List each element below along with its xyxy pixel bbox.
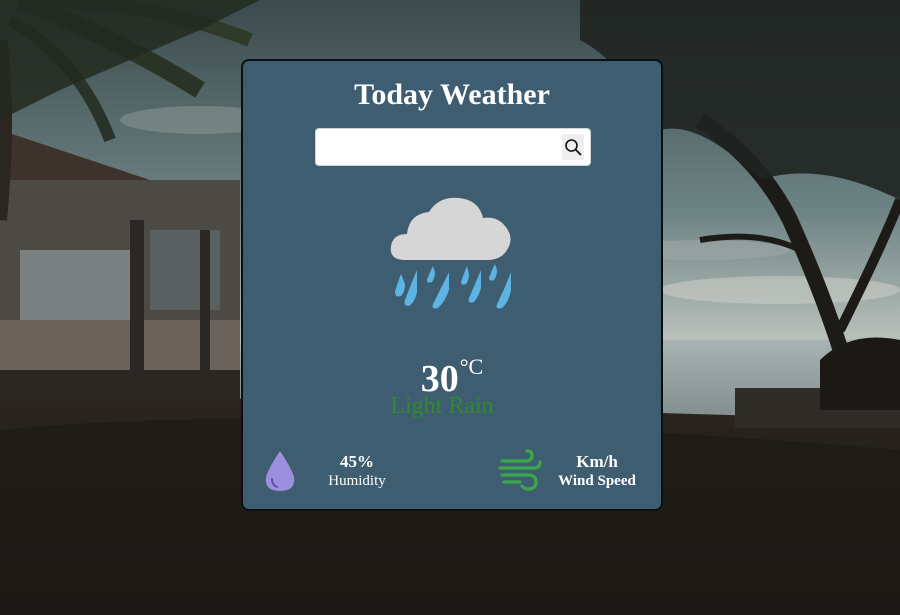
- wind-text: Km/h Wind Speed: [552, 452, 642, 490]
- wind-icon: [498, 449, 542, 491]
- wind-label: Wind Speed: [558, 473, 636, 489]
- search-button[interactable]: [562, 134, 584, 160]
- wind-stat: Km/h Wind Speed: [498, 449, 648, 493]
- water-drop-icon: [265, 451, 295, 491]
- cloud-rain-icon: [390, 197, 511, 309]
- humidity-label: Humidity: [328, 473, 386, 489]
- search-icon: [565, 139, 582, 156]
- weather-description: Light Rain: [390, 393, 494, 419]
- search-box: [315, 128, 591, 166]
- humidity-stat: 45% Humidity: [263, 449, 393, 493]
- weather-card: Today Weather 30°C Light Rain 45% Humidi…: [241, 59, 663, 511]
- search-input[interactable]: [322, 133, 556, 161]
- temperature-unit: °C: [459, 354, 484, 379]
- humidity-value: 45%: [340, 452, 374, 471]
- wind-value: Km/h: [576, 452, 618, 471]
- humidity-text: 45% Humidity: [317, 452, 397, 490]
- page-title: Today Weather: [354, 78, 550, 111]
